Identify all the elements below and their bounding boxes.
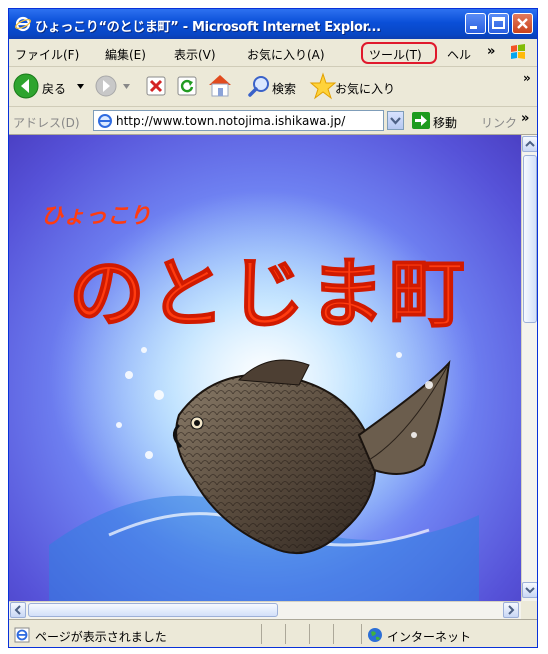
- stop-icon[interactable]: [146, 76, 166, 96]
- browser-window: ひょっこり“のとじま町” - Microsoft Internet Explor…: [8, 8, 538, 648]
- menu-edit[interactable]: 編集(E): [105, 46, 146, 63]
- scroll-down-button[interactable]: [522, 582, 537, 598]
- ie-logo-icon: [15, 16, 31, 32]
- refresh-icon[interactable]: [177, 76, 197, 96]
- page-ie-icon: [98, 114, 112, 128]
- close-button[interactable]: [512, 13, 533, 34]
- menu-favorites[interactable]: お気に入り(A): [247, 46, 325, 63]
- horizontal-scrollbar[interactable]: [9, 601, 521, 619]
- search-icon[interactable]: [247, 74, 271, 98]
- search-button-label[interactable]: 検索: [272, 80, 296, 97]
- go-arrow-icon[interactable]: [412, 112, 430, 129]
- status-divider: [309, 624, 310, 644]
- menu-overflow-chevron[interactable]: »: [487, 44, 495, 59]
- page-title-text: のとじま町: [69, 249, 469, 338]
- vertical-scrollbar[interactable]: [521, 135, 537, 601]
- menu-help[interactable]: ヘル: [447, 46, 471, 63]
- menu-bar: ファイル(F) 編集(E) 表示(V) お気に入り(A) ツール(T) ヘル »: [9, 39, 537, 67]
- status-divider: [285, 624, 286, 644]
- status-divider: [333, 624, 334, 644]
- page-status-icon: [14, 627, 30, 643]
- maximize-button[interactable]: [488, 13, 509, 34]
- window-title: ひょっこり“のとじま町” - Microsoft Internet Explor…: [35, 20, 381, 35]
- minimize-icon: [470, 26, 477, 29]
- title-bar[interactable]: ひょっこり“のとじま町” - Microsoft Internet Explor…: [9, 9, 537, 39]
- back-dropdown-icon[interactable]: [77, 84, 84, 89]
- menu-view[interactable]: 表示(V): [174, 46, 216, 63]
- forward-arrow-icon[interactable]: [95, 75, 117, 97]
- status-divider: [261, 624, 262, 644]
- menu-file[interactable]: ファイル(F): [15, 46, 79, 63]
- maximize-icon: [492, 17, 505, 29]
- windows-logo-icon: [511, 44, 525, 59]
- links-label[interactable]: リンク: [481, 114, 517, 131]
- horizontal-scroll-thumb[interactable]: [28, 603, 278, 617]
- status-message: ページが表示されました: [35, 630, 167, 644]
- favorites-button-label[interactable]: お気に入り: [335, 80, 395, 97]
- chevron-right-icon: [508, 605, 515, 615]
- globe-icon: [368, 628, 382, 642]
- scroll-right-button[interactable]: [503, 602, 519, 618]
- status-divider: [361, 624, 362, 644]
- vertical-scroll-thumb[interactable]: [523, 155, 537, 323]
- page-subtitle-text: ひょっこり: [41, 203, 151, 229]
- chevron-up-icon: [525, 140, 535, 147]
- minimize-button[interactable]: [465, 13, 486, 34]
- address-dropdown-button[interactable]: [387, 111, 404, 130]
- address-url: http://www.town.notojima.ishikawa.jp/: [116, 114, 346, 128]
- links-overflow-chevron[interactable]: »: [521, 111, 529, 126]
- chevron-down-icon: [390, 117, 401, 125]
- security-zone-label: インターネット: [387, 630, 472, 644]
- standard-toolbar: 戻る 検索 お気に入り »: [9, 67, 537, 107]
- address-input[interactable]: http://www.town.notojima.ishikawa.jp/: [93, 110, 384, 131]
- scroll-left-button[interactable]: [10, 602, 26, 618]
- home-icon[interactable]: [207, 73, 233, 97]
- tools-highlight-circle: [361, 42, 437, 64]
- chevron-left-icon: [14, 605, 21, 615]
- status-bar: ページが表示されました インターネット: [9, 619, 537, 647]
- close-icon: [517, 18, 528, 29]
- scrollbar-corner: [521, 601, 537, 619]
- address-label: アドレス(D): [13, 116, 80, 130]
- forward-dropdown-icon[interactable]: [123, 84, 130, 89]
- scroll-up-button[interactable]: [522, 136, 537, 152]
- chevron-down-icon: [525, 587, 535, 594]
- go-button-label[interactable]: 移動: [433, 114, 457, 131]
- web-page-content: ひょっこり のとじま町: [9, 135, 521, 601]
- notojima-banner: ひょっこり のとじま町: [41, 190, 479, 601]
- back-arrow-icon[interactable]: [13, 73, 39, 99]
- star-icon[interactable]: [309, 72, 337, 100]
- back-button-label[interactable]: 戻る: [42, 80, 66, 97]
- toolbar-overflow-chevron[interactable]: »: [523, 71, 531, 85]
- address-bar: アドレス(D) http://www.town.notojima.ishikaw…: [9, 107, 537, 135]
